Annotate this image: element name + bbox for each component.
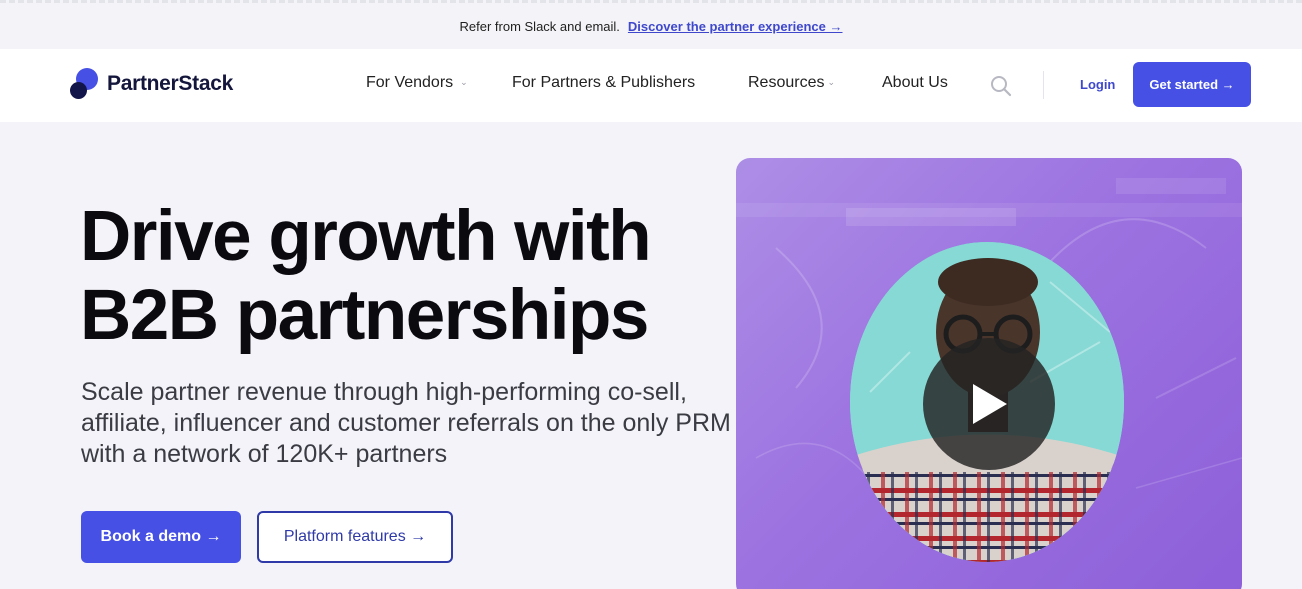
- search-icon[interactable]: [989, 74, 1013, 98]
- main-navigation: PartnerStack For Vendors ⌄ For Partners …: [0, 49, 1302, 122]
- book-demo-button[interactable]: Book a demo →: [81, 511, 241, 563]
- announcement-bar: Refer from Slack and email. Discover the…: [0, 0, 1302, 49]
- nav-item-label: Resources: [748, 74, 825, 91]
- login-link[interactable]: Login: [1080, 77, 1115, 92]
- chevron-down-icon: ⌄: [460, 76, 468, 87]
- hero-subtitle: Scale partner revenue through high-perfo…: [81, 378, 731, 468]
- brand-name: PartnerStack: [107, 72, 233, 95]
- chevron-down-icon: ⌄: [827, 76, 836, 87]
- platform-features-button[interactable]: Platform features →: [257, 511, 453, 563]
- announcement-text: Refer from Slack and email.: [459, 18, 620, 34]
- hero-title-line-1: Drive growth with: [80, 197, 652, 276]
- play-button[interactable]: [923, 338, 1055, 470]
- nav-item-resources[interactable]: Resources ⌄: [748, 74, 835, 92]
- nav-item-label: For Partners & Publishers: [512, 74, 696, 91]
- nav-item-label: About Us: [882, 74, 948, 91]
- nav-item-about-us[interactable]: About Us: [882, 74, 948, 92]
- announcement-link[interactable]: Discover the partner experience →: [628, 19, 843, 34]
- brand-logo[interactable]: PartnerStack: [70, 67, 233, 101]
- hero-video-card[interactable]: [736, 158, 1242, 589]
- play-icon: [973, 384, 1007, 424]
- logo-mark-icon: [70, 67, 100, 101]
- hero-title-line-2: B2B partnerships: [80, 276, 649, 355]
- nav-divider: [1043, 71, 1044, 99]
- nav-item-for-partners-publishers[interactable]: For Partners & Publishers: [512, 74, 695, 92]
- get-started-button[interactable]: Get started →: [1133, 62, 1251, 107]
- nav-item-label: For Vendors: [366, 74, 454, 91]
- hero-title: Drive growth with B2B partnerships: [80, 197, 720, 355]
- nav-item-for-vendors[interactable]: For Vendors ⌄: [366, 74, 468, 92]
